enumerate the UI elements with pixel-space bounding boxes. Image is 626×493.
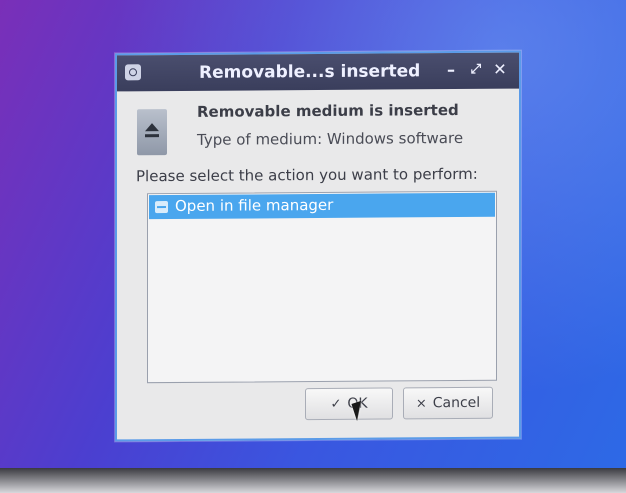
action-list[interactable]: Open in file manager — [147, 190, 497, 384]
eject-icon — [137, 109, 167, 156]
ok-button[interactable]: ✓ OK — [305, 387, 393, 421]
removable-medium-dialog: Removable...s inserted – ⤢ ✕ Removable m… — [115, 50, 521, 442]
maximize-button[interactable]: ⤢ — [467, 59, 485, 81]
medium-type-label: Type of medium: Windows software — [197, 128, 464, 149]
checkmark-icon: ✓ — [330, 396, 342, 412]
dialog-heading: Removable medium is inserted — [197, 101, 459, 121]
list-item-open-in-file-manager[interactable]: Open in file manager — [149, 192, 495, 220]
window-titlebar[interactable]: Removable...s inserted – ⤢ ✕ — [117, 52, 519, 92]
list-item-label: Open in file manager — [175, 195, 334, 215]
eject-bar — [145, 134, 159, 138]
window-title: Removable...s inserted — [199, 61, 421, 83]
action-prompt: Please select the action you want to per… — [136, 164, 478, 186]
cancel-button-label: Cancel — [432, 394, 481, 412]
eject-triangle — [145, 123, 159, 132]
cancel-button[interactable]: × Cancel — [403, 386, 493, 420]
cancel-x-icon: × — [415, 395, 427, 411]
app-icon — [125, 64, 141, 81]
close-button[interactable]: ✕ — [491, 59, 509, 81]
monitor-bezel — [0, 468, 626, 493]
folder-icon — [155, 201, 168, 214]
minimize-button[interactable]: – — [442, 59, 460, 81]
